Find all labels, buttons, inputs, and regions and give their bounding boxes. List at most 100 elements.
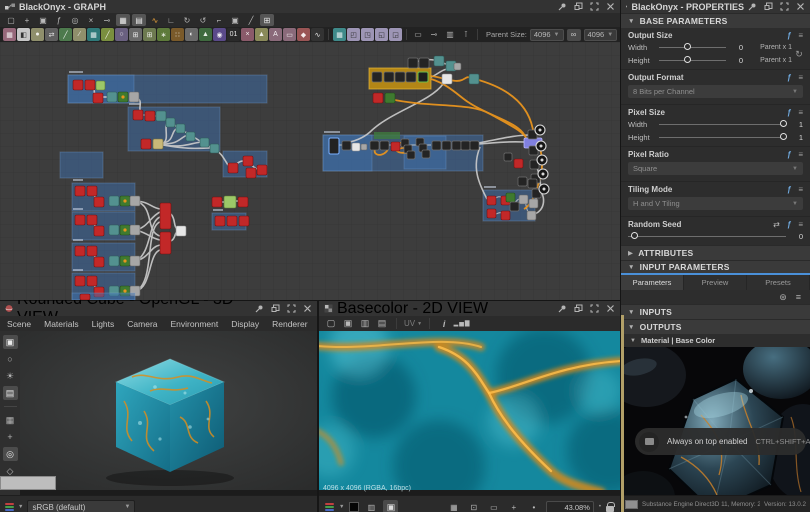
menu-item[interactable]: Display — [231, 319, 259, 329]
image-display-button[interactable]: ▣ — [383, 500, 398, 512]
float-window-icon[interactable] — [271, 304, 280, 313]
node-tile-button[interactable]: ⊞ — [129, 28, 142, 41]
node-tile-sampler-button[interactable]: ⊞ — [143, 28, 156, 41]
menu-item[interactable]: Materials — [44, 319, 78, 329]
close-icon[interactable] — [606, 304, 615, 313]
tool-pan-icon[interactable]: + — [20, 14, 34, 26]
tool-image-icon[interactable]: ▣ — [228, 14, 242, 26]
tool-grid-snap-icon[interactable]: ⊞ — [260, 14, 274, 26]
tool-frame-select-icon[interactable]: ▢ — [4, 14, 18, 26]
node-blur-button[interactable]: ● — [31, 28, 44, 41]
environment-icon[interactable]: ☀ — [3, 369, 18, 383]
info-icon[interactable]: i — [437, 318, 451, 330]
tool-elbow-link-icon[interactable]: ∟ — [164, 14, 178, 26]
options-menu-icon[interactable]: ≡ — [798, 220, 803, 229]
dot-node-icon[interactable]: ⊸ — [427, 28, 441, 41]
light-bulb-icon[interactable]: ○ — [3, 352, 18, 366]
tab-presets[interactable]: Presets — [747, 275, 810, 290]
shuffle-icon[interactable]: ⇄ — [773, 220, 780, 229]
save-image-icon[interactable]: ▣ — [341, 318, 355, 330]
pixel-height-slider[interactable] — [659, 137, 786, 138]
node-dir-blur-button[interactable]: ∕ — [73, 28, 86, 41]
maximize-icon[interactable] — [287, 304, 296, 313]
pin-icon[interactable] — [748, 2, 757, 11]
float-window-icon[interactable] — [764, 2, 773, 11]
section-inputs[interactable]: ▼ INPUTS — [621, 304, 810, 319]
menu-item[interactable]: Camera — [127, 319, 157, 329]
tool-rotate-icon[interactable]: ↻ — [180, 14, 194, 26]
options-menu-icon[interactable]: ≡ — [798, 108, 803, 117]
background-image-icon[interactable]: ▤ — [3, 386, 18, 400]
tool-transform-icon[interactable]: ↺ — [196, 14, 210, 26]
pin-node-icon[interactable]: ⊺ — [459, 28, 473, 41]
tool-graph-view-icon[interactable]: ▦ — [116, 14, 130, 26]
tool-wrench-icon[interactable]: ⌐ — [212, 14, 226, 26]
close-icon[interactable] — [606, 2, 615, 11]
export-image-icon[interactable]: ▤ — [375, 318, 389, 330]
node-frame-button[interactable]: ▭ — [283, 28, 296, 41]
expose-function-icon[interactable]: ƒ — [787, 108, 791, 117]
tool-screenshot-icon[interactable]: ▣ — [36, 14, 50, 26]
tool-thumbnails-icon[interactable]: ▤ — [132, 14, 146, 26]
pin-icon[interactable] — [255, 304, 264, 313]
node-safe-transform-button[interactable]: ▦ — [333, 28, 346, 41]
channels-icon[interactable] — [325, 503, 334, 511]
section-outputs[interactable]: ▼ OUTPUTS — [621, 319, 810, 334]
node-sphere-button[interactable]: ◐ — [185, 28, 198, 41]
expose-function-icon[interactable]: ƒ — [787, 150, 791, 159]
node-distance-button[interactable]: ▦ — [87, 28, 100, 41]
transform-br-button[interactable]: ◲ — [389, 28, 402, 41]
view-3d-header[interactable]: Rounded Cube - OpenGL - 3D VIEW — [0, 301, 317, 316]
center-view-icon[interactable]: + — [507, 501, 521, 512]
lock-zoom-icon[interactable] — [606, 506, 614, 512]
options-menu-icon[interactable]: ≡ — [798, 73, 803, 82]
float-window-icon[interactable] — [574, 304, 583, 313]
section-base-parameters[interactable]: ▼ BASE PARAMETERS — [621, 13, 810, 28]
pin-icon[interactable] — [558, 304, 567, 313]
menu-item[interactable]: Renderer — [272, 319, 307, 329]
frame-all-icon[interactable]: ▭ — [487, 501, 501, 512]
zoom-level-input[interactable]: 43.08% — [546, 501, 594, 512]
float-window-icon[interactable] — [574, 2, 583, 11]
menu-item[interactable]: Environment — [171, 319, 219, 329]
transform-tr-button[interactable]: ◳ — [361, 28, 374, 41]
tool-zoom-icon[interactable]: ◎ — [68, 14, 82, 26]
close-icon[interactable] — [796, 2, 805, 11]
node-warning-button[interactable]: ▲ — [255, 28, 268, 41]
viewport-2d[interactable]: 4096 x 4096 (RGBA, 16bpc) — [319, 331, 620, 495]
parent-size-height-select[interactable]: 4096▼ — [584, 29, 618, 41]
dot-icon[interactable]: • — [527, 501, 541, 512]
tab-parameters[interactable]: Parameters — [621, 275, 684, 290]
section-input-parameters[interactable]: ▼ INPUT PARAMETERS — [621, 260, 810, 275]
sync-size-icon[interactable]: ↻ — [792, 49, 806, 60]
node-text-button[interactable]: A — [269, 28, 282, 41]
graph-panel-header[interactable]: BlackOnyx - GRAPH — [0, 0, 620, 13]
maximize-icon[interactable] — [780, 2, 789, 11]
expose-function-icon[interactable]: ƒ — [787, 31, 791, 40]
node-pyramid-button[interactable]: ▲ — [199, 28, 212, 41]
node-curve-dark-button[interactable]: ∿ — [311, 28, 324, 41]
tool-cut-links-icon[interactable]: × — [84, 14, 98, 26]
expose-function-icon[interactable]: ƒ — [787, 220, 791, 229]
options-menu-icon[interactable]: ≡ — [798, 185, 803, 194]
histogram-icon[interactable]: ▂▅▇ — [455, 318, 469, 330]
options-menu-icon[interactable]: ≡ — [798, 31, 803, 40]
comment-icon[interactable]: ▭ — [411, 28, 425, 41]
random-seed-slider[interactable] — [628, 236, 786, 237]
maximize-icon[interactable] — [590, 2, 599, 11]
viewport-3d[interactable] — [20, 331, 317, 495]
close-icon[interactable] — [303, 304, 312, 313]
frame-card-icon[interactable]: ▥ — [443, 28, 457, 41]
pin-icon[interactable] — [558, 2, 567, 11]
node-gradient-button[interactable]: ◉ — [213, 28, 226, 41]
settings-gear-icon[interactable]: ⊛ — [779, 292, 787, 303]
camera-icon[interactable]: ▣ — [3, 335, 18, 349]
colorspace-select[interactable]: sRGB (default) ▼ — [27, 500, 135, 512]
node-dots-button[interactable]: ∷ — [171, 28, 184, 41]
tiles-icon[interactable]: ▥ — [364, 501, 378, 512]
output-format-select[interactable]: 8 Bits per Channel ▼ — [628, 85, 803, 98]
properties-header[interactable]: BlackOnyx - PROPERTIES — [621, 0, 810, 13]
list-options-icon[interactable]: ≡ — [796, 292, 801, 302]
copy-image-icon[interactable]: ▥ — [358, 318, 372, 330]
node-channel-shuffle-button[interactable]: ⇄ — [45, 28, 58, 41]
